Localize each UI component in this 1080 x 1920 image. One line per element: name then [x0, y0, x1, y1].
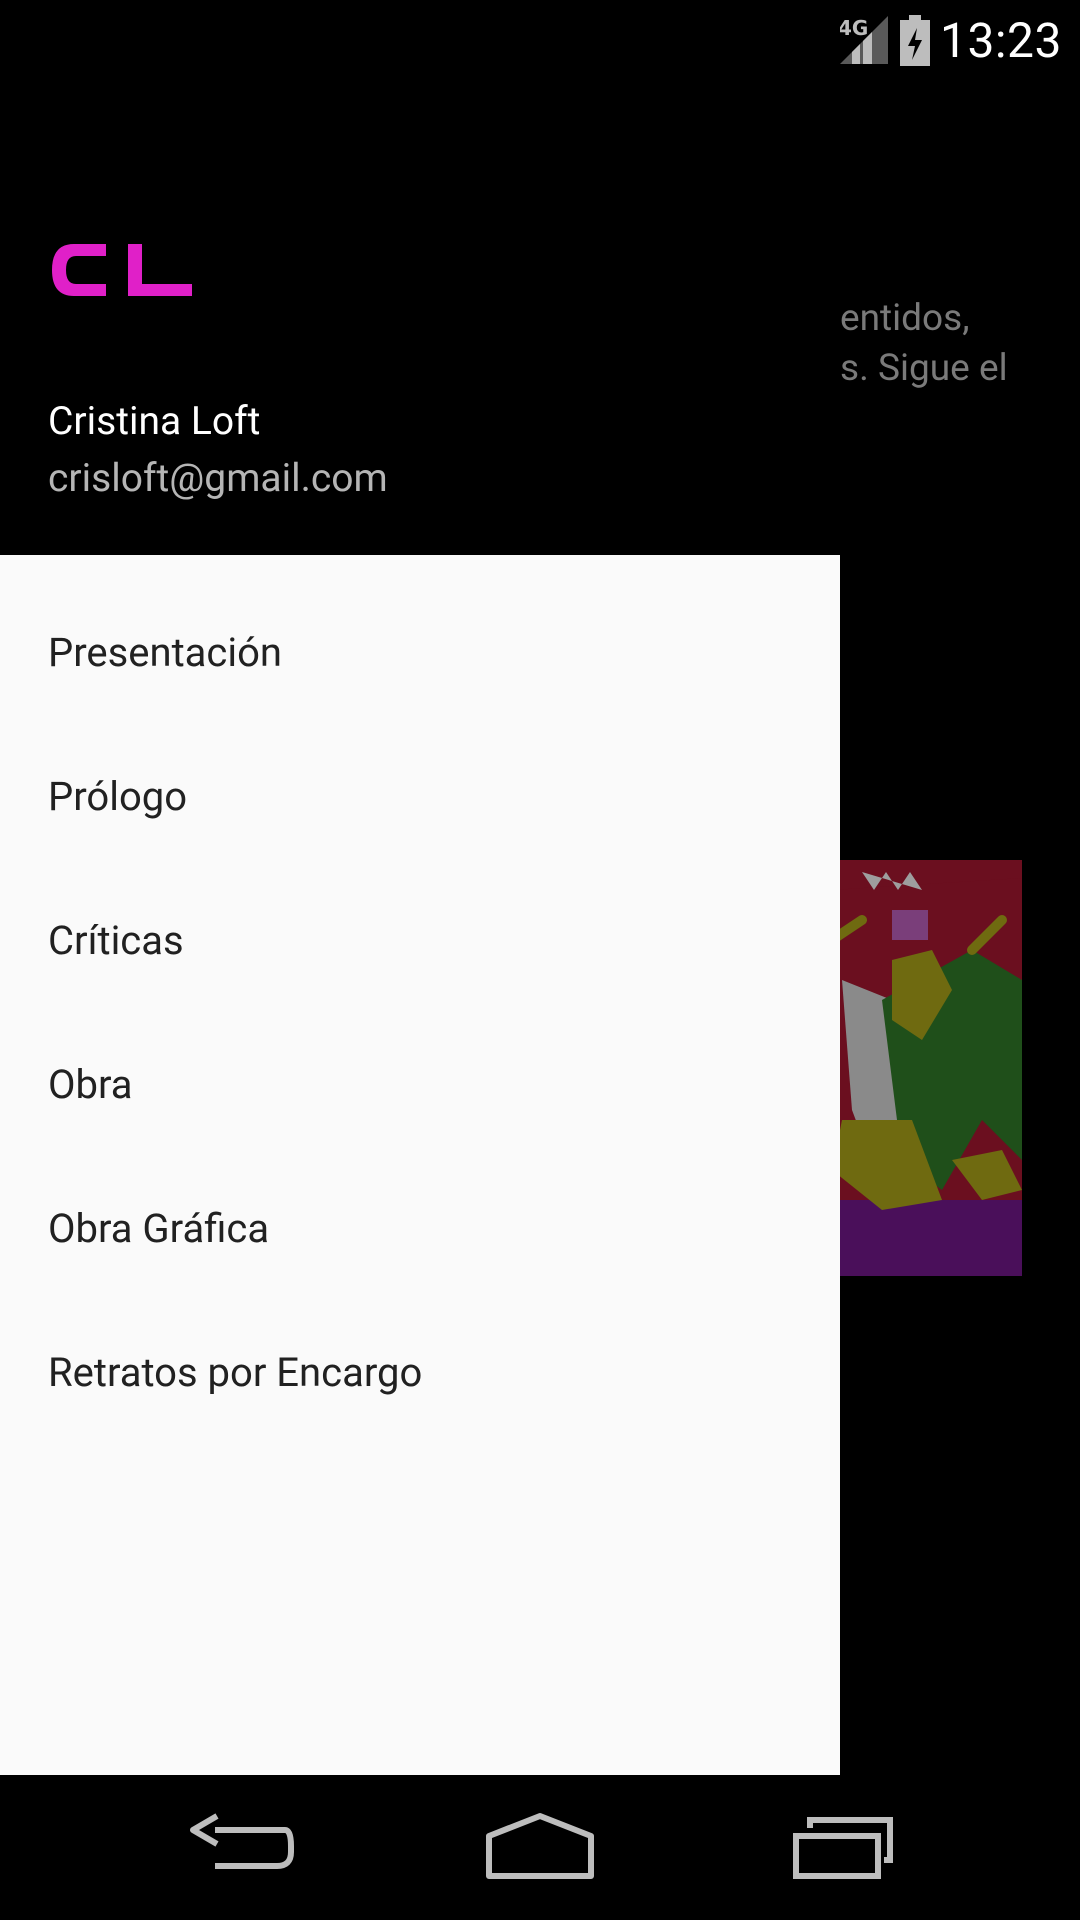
recents-icon — [793, 1817, 893, 1879]
status-time: 13:23 — [939, 11, 1062, 69]
menu-item-retratos-por-encargo[interactable]: Retratos por Encargo — [0, 1300, 840, 1444]
home-button[interactable] — [465, 1797, 615, 1897]
menu-item-label: Presentación — [48, 628, 282, 676]
menu-item-criticas[interactable]: Críticas — [0, 868, 840, 1012]
menu-item-label: Obra Gráfica — [48, 1204, 270, 1252]
drawer-menu: Presentación Prólogo Críticas Obra Obra … — [0, 555, 840, 1775]
menu-item-presentacion[interactable]: Presentación — [0, 580, 840, 724]
signal-icon: 4G — [838, 14, 890, 66]
menu-item-label: Prólogo — [48, 772, 188, 820]
menu-item-label: Obra — [48, 1060, 133, 1108]
background-text-line: entidos, — [840, 297, 970, 340]
navigation-drawer: Cristina Loft crisloft@gmail.com Present… — [0, 0, 840, 1775]
background-text-line: s. Sigue el — [840, 347, 1008, 390]
user-email: crisloft@gmail.com — [48, 455, 388, 501]
drawer-header: Cristina Loft crisloft@gmail.com — [0, 0, 840, 555]
menu-item-prologo[interactable]: Prólogo — [0, 724, 840, 868]
back-button[interactable] — [165, 1797, 315, 1897]
menu-item-label: Retratos por Encargo — [48, 1348, 423, 1396]
menu-item-label: Críticas — [48, 916, 184, 964]
user-name: Cristina Loft — [48, 398, 261, 444]
menu-item-obra-grafica[interactable]: Obra Gráfica — [0, 1156, 840, 1300]
app-logo — [48, 240, 194, 300]
system-nav-bar — [0, 1775, 1080, 1920]
back-icon — [190, 1813, 294, 1869]
battery-icon — [899, 14, 930, 66]
recents-button[interactable] — [768, 1797, 918, 1897]
artwork-image — [822, 860, 1022, 1276]
home-icon — [486, 1813, 594, 1879]
menu-item-obra[interactable]: Obra — [0, 1012, 840, 1156]
